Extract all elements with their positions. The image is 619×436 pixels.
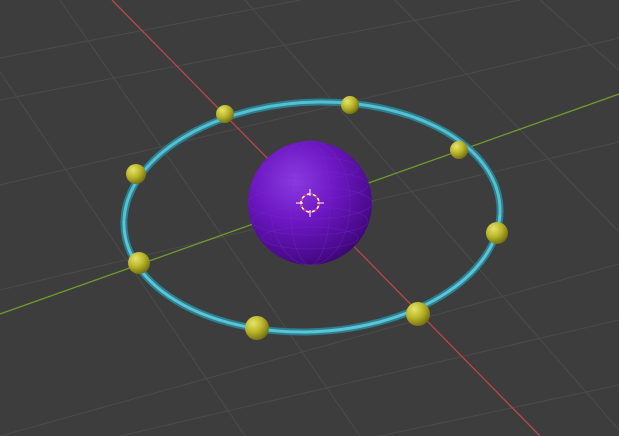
sphere-object[interactable] (247, 140, 373, 266)
bead (486, 222, 508, 244)
bead (450, 141, 468, 159)
bead (128, 252, 150, 274)
grid-line (379, 384, 619, 436)
bead (406, 302, 430, 326)
grid-line (539, 0, 619, 71)
grid-line (0, 0, 521, 101)
bead (245, 316, 269, 340)
sphere (248, 141, 372, 265)
grid-line (0, 0, 301, 59)
grid-line (0, 263, 619, 436)
viewport-canvas[interactable] (0, 0, 619, 436)
bead (126, 164, 146, 184)
bead (341, 96, 359, 114)
3d-viewport[interactable] (0, 0, 619, 436)
bead (216, 105, 234, 123)
grid-line (119, 319, 619, 436)
grid-line (394, 0, 619, 233)
